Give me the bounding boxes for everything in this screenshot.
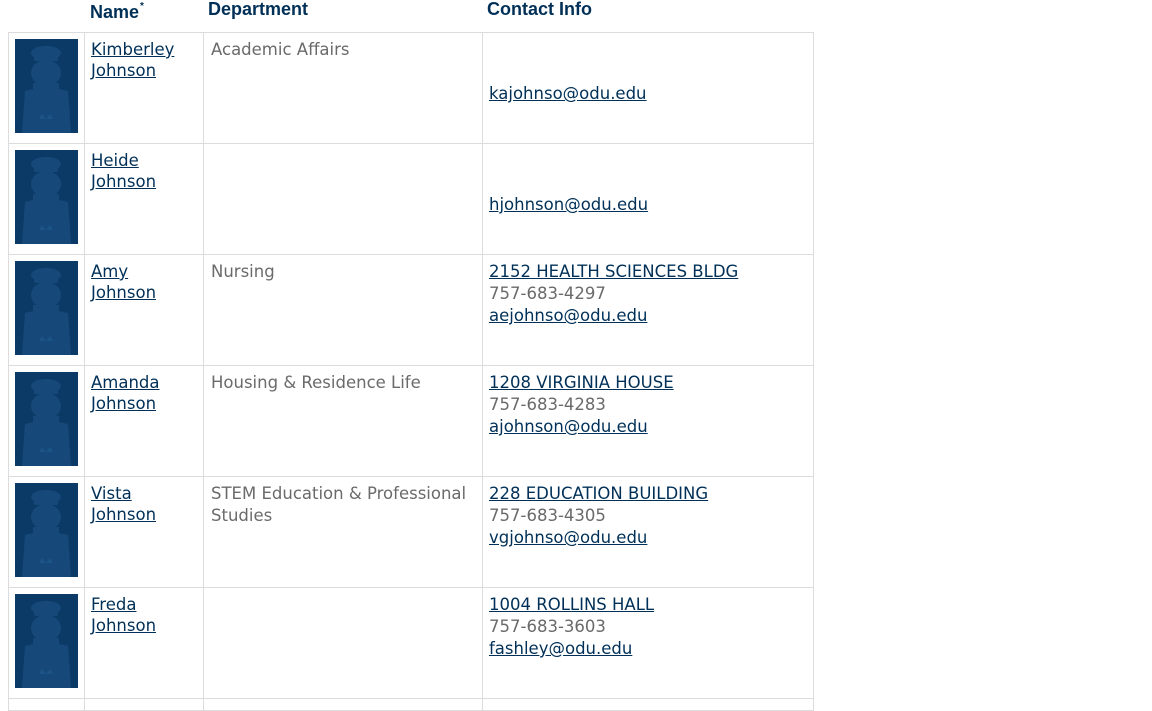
department-cell: Academic Affairs bbox=[203, 32, 483, 144]
department-name: STEM Education & Professional Studies bbox=[211, 484, 467, 525]
department-name: Academic Affairs bbox=[211, 40, 350, 59]
phone-number: 757-683-4283 bbox=[489, 395, 606, 414]
phone-number: 757-683-3603 bbox=[489, 617, 606, 636]
person-name-link[interactable]: Kimberley Johnson bbox=[91, 39, 203, 81]
first-name: Freda bbox=[91, 595, 137, 614]
name-cell: Amanda Johnson bbox=[84, 365, 204, 477]
phone-empty bbox=[489, 61, 813, 83]
contact-cell: 1004 ROLLINS HALL 757-683-3603 fashley@odu… bbox=[482, 587, 814, 699]
first-name: Heide bbox=[91, 151, 139, 170]
table-row bbox=[8, 698, 814, 711]
location-link[interactable]: 1004 ROLLINS HALL bbox=[489, 594, 813, 616]
profile-photo[interactable] bbox=[15, 594, 78, 688]
column-header-contact[interactable]: Contact Info bbox=[487, 0, 592, 19]
name-cell: Heide Johnson bbox=[84, 143, 204, 255]
department-cell bbox=[203, 143, 483, 255]
table-row: Amy Johnson Nursing 2152 HEALTH SCIENCES … bbox=[8, 254, 814, 366]
contact-info: kajohnso@odu.edu bbox=[489, 39, 813, 105]
person-name-link[interactable]: Vista Johnson bbox=[91, 483, 203, 525]
table-row: Amanda Johnson Housing & Residence Life 1… bbox=[8, 365, 814, 477]
location-link[interactable]: 2152 HEALTH SCIENCES BLDG bbox=[489, 261, 813, 283]
phone-number: 757-683-4297 bbox=[489, 284, 606, 303]
location-link[interactable]: 1208 VIRGINIA HOUSE bbox=[489, 372, 813, 394]
column-header-name[interactable]: Name* bbox=[90, 0, 144, 22]
contact-info: 1208 VIRGINIA HOUSE 757-683-4283 ajohnson@… bbox=[489, 372, 813, 438]
contact-cell: 228 EDUCATION BUILDING 757-683-4305 vgjohn… bbox=[482, 476, 814, 588]
person-name-link[interactable]: Amy Johnson bbox=[91, 261, 203, 303]
table-row: Freda Johnson 1004 ROLLINS HALL 757-683-36… bbox=[8, 587, 814, 699]
contact-cell: kajohnso@odu.edu bbox=[482, 32, 814, 144]
photo-cell bbox=[8, 698, 85, 711]
column-header-department[interactable]: Department bbox=[208, 0, 308, 19]
last-name: Johnson bbox=[91, 61, 157, 80]
monarch-silhouette-icon bbox=[22, 490, 71, 577]
contact-cell: 1208 VIRGINIA HOUSE 757-683-4283 ajohnson@… bbox=[482, 365, 814, 477]
first-name: Amanda bbox=[91, 373, 160, 392]
contact-info: 2152 HEALTH SCIENCES BLDG 757-683-4297 aej… bbox=[489, 261, 813, 327]
department-name: Nursing bbox=[211, 262, 275, 281]
person-name-link[interactable]: Freda Johnson bbox=[91, 594, 203, 636]
sort-indicator: * bbox=[140, 1, 144, 12]
monarch-silhouette-icon bbox=[22, 601, 71, 688]
department-cell bbox=[203, 587, 483, 699]
profile-photo[interactable] bbox=[15, 39, 78, 133]
email-link[interactable]: ajohnson@odu.edu bbox=[489, 416, 813, 438]
location-empty bbox=[489, 150, 813, 172]
profile-photo[interactable] bbox=[15, 150, 78, 244]
phone-empty bbox=[489, 172, 813, 194]
profile-photo[interactable] bbox=[15, 261, 78, 355]
email-link[interactable]: fashley@odu.edu bbox=[489, 638, 813, 660]
last-name: Johnson bbox=[91, 616, 157, 635]
location-link[interactable]: 228 EDUCATION BUILDING bbox=[489, 483, 813, 505]
contact-cell: 2152 HEALTH SCIENCES BLDG 757-683-4297 aej… bbox=[482, 254, 814, 366]
monarch-silhouette-icon bbox=[22, 157, 71, 244]
photo-cell bbox=[8, 476, 85, 588]
monarch-silhouette-icon bbox=[22, 268, 71, 355]
photo-cell bbox=[8, 254, 85, 366]
department-cell: Housing & Residence Life bbox=[203, 365, 483, 477]
last-name: Johnson bbox=[91, 283, 157, 302]
department-name: Housing & Residence Life bbox=[211, 373, 421, 392]
last-name: Johnson bbox=[91, 505, 157, 524]
department-cell: Nursing bbox=[203, 254, 483, 366]
table-row: Vista Johnson STEM Education & Profession… bbox=[8, 476, 814, 588]
photo-cell bbox=[8, 365, 85, 477]
first-name: Amy bbox=[91, 262, 129, 281]
name-cell bbox=[84, 698, 204, 711]
monarch-silhouette-icon bbox=[22, 379, 71, 466]
department-cell: STEM Education & Professional Studies bbox=[203, 476, 483, 588]
location-empty bbox=[489, 39, 813, 61]
name-cell: Amy Johnson bbox=[84, 254, 204, 366]
name-cell: Kimberley Johnson bbox=[84, 32, 204, 144]
table-row: Kimberley Johnson Academic Affairs kajohn… bbox=[8, 32, 814, 144]
contact-info: hjohnson@odu.edu bbox=[489, 150, 813, 216]
person-name-link[interactable]: Amanda Johnson bbox=[91, 372, 203, 414]
table-row: Heide Johnson hjohnson@odu.edu bbox=[8, 143, 814, 255]
photo-cell bbox=[8, 143, 85, 255]
name-cell: Vista Johnson bbox=[84, 476, 204, 588]
email-link[interactable]: hjohnson@odu.edu bbox=[489, 194, 813, 216]
first-name: Vista bbox=[91, 484, 132, 503]
contact-cell: hjohnson@odu.edu bbox=[482, 143, 814, 255]
monarch-silhouette-icon bbox=[22, 46, 71, 133]
person-name-link[interactable]: Heide Johnson bbox=[91, 150, 203, 192]
profile-photo[interactable] bbox=[15, 372, 78, 466]
last-name: Johnson bbox=[91, 172, 157, 191]
contact-info: 228 EDUCATION BUILDING 757-683-4305 vgjohn… bbox=[489, 483, 813, 549]
photo-cell bbox=[8, 587, 85, 699]
dept-cell bbox=[203, 698, 483, 711]
email-link[interactable]: kajohnso@odu.edu bbox=[489, 83, 813, 105]
name-cell: Freda Johnson bbox=[84, 587, 204, 699]
contact-info: 1004 ROLLINS HALL 757-683-3603 fashley@odu… bbox=[489, 594, 813, 660]
contact-cell bbox=[482, 698, 814, 711]
email-link[interactable]: aejohnso@odu.edu bbox=[489, 305, 813, 327]
profile-photo[interactable] bbox=[15, 483, 78, 577]
directory-table: Kimberley Johnson Academic Affairs kajohn… bbox=[8, 32, 814, 711]
email-link[interactable]: vgjohnso@odu.edu bbox=[489, 527, 813, 549]
first-name: Kimberley bbox=[91, 40, 175, 59]
photo-cell bbox=[8, 32, 85, 144]
last-name: Johnson bbox=[91, 394, 157, 413]
phone-number: 757-683-4305 bbox=[489, 506, 606, 525]
